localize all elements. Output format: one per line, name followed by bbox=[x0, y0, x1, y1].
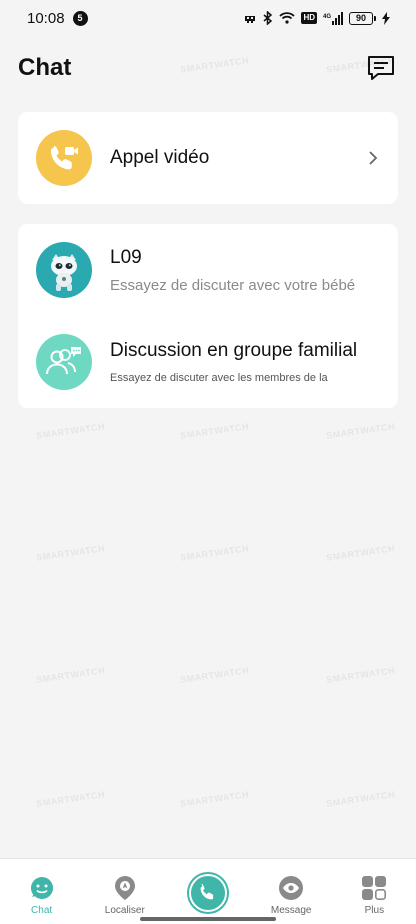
video-call-text: Appel vidéo bbox=[110, 147, 366, 169]
status-left: 10:08 5 bbox=[27, 10, 88, 27]
watermark: SMARTWATCH bbox=[35, 421, 106, 441]
device-avatar bbox=[36, 242, 92, 298]
wifi-icon bbox=[279, 12, 296, 24]
chevron-right-icon bbox=[369, 151, 378, 165]
watermark: SMARTWATCH bbox=[325, 543, 396, 563]
watermark: SMARTWATCH bbox=[35, 789, 106, 809]
home-indicator[interactable] bbox=[140, 917, 276, 921]
nav-message[interactable]: Message bbox=[256, 875, 326, 916]
nav-locate-label: Localiser bbox=[104, 905, 145, 916]
video-call-avatar bbox=[36, 130, 92, 186]
battery-indicator: 90 bbox=[349, 11, 376, 25]
nav-chat-label: Chat bbox=[31, 905, 53, 916]
svg-text:4G: 4G bbox=[323, 14, 331, 20]
chat-item-family-group[interactable]: Discussion en groupe familial Essayez de… bbox=[36, 334, 380, 390]
chat-item-device[interactable]: L09 Essayez de discuter avec votre bébé bbox=[36, 242, 380, 298]
device-chat-text: L09 Essayez de discuter avec votre bébé bbox=[110, 247, 380, 294]
bottom-navigation: Chat Localiser Message Plus bbox=[0, 858, 416, 924]
robot-cat-icon bbox=[51, 254, 77, 291]
nav-chat[interactable]: Chat bbox=[7, 875, 77, 916]
nav-message-label: Message bbox=[270, 905, 312, 916]
bluetooth-icon bbox=[263, 11, 273, 25]
watermark: SMARTWATCH bbox=[179, 789, 250, 809]
page-title: Chat bbox=[18, 54, 72, 81]
device-chat-subtitle: Essayez de discuter avec votre bébé bbox=[110, 276, 356, 294]
watermark: SMARTWATCH bbox=[35, 543, 106, 563]
watermark: SMARTWATCH bbox=[179, 665, 250, 685]
hd-voice-badge: HD bbox=[301, 12, 317, 24]
call-button-inner bbox=[190, 876, 225, 910]
phone-icon bbox=[200, 884, 214, 900]
family-group-text: Discussion en groupe familial Essayez de… bbox=[110, 340, 380, 384]
chat-face-icon bbox=[29, 875, 55, 901]
watermark: SMARTWATCH bbox=[35, 665, 106, 685]
video-call-label: Appel vidéo bbox=[110, 147, 210, 168]
video-call-card[interactable]: Appel vidéo bbox=[18, 112, 398, 204]
group-chat-icon bbox=[46, 347, 81, 375]
video-phone-icon bbox=[50, 146, 78, 170]
battery-tip bbox=[374, 15, 376, 21]
watermark: SMARTWATCH bbox=[179, 421, 250, 441]
location-pin-icon bbox=[112, 875, 138, 901]
device-chat-title: L09 bbox=[110, 246, 142, 268]
cell-signal-icon: 4G bbox=[323, 11, 343, 25]
status-bar: 10:08 5 HD 4G 90 bbox=[0, 0, 416, 36]
family-group-avatar bbox=[36, 334, 92, 390]
video-call-row[interactable]: Appel vidéo bbox=[36, 130, 380, 186]
watermark: SMARTWATCH bbox=[325, 421, 396, 441]
nav-locate[interactable]: Localiser bbox=[90, 875, 160, 916]
alien-icon bbox=[243, 12, 257, 24]
family-group-title: Discussion en groupe familial bbox=[110, 340, 358, 361]
nav-call-wrap bbox=[173, 872, 243, 916]
family-group-subtitle: Essayez de discuter avec les membres de … bbox=[110, 372, 328, 384]
chat-list-card: L09 Essayez de discuter avec votre bébé … bbox=[18, 224, 398, 408]
call-button[interactable] bbox=[186, 872, 229, 914]
watermark: SMARTWATCH bbox=[325, 789, 396, 809]
nav-more[interactable]: Plus bbox=[339, 875, 409, 916]
status-time: 10:08 bbox=[27, 9, 65, 27]
grid-icon bbox=[361, 875, 387, 901]
battery-level: 90 bbox=[349, 11, 373, 25]
nav-more-label: Plus bbox=[364, 905, 385, 916]
eye-icon bbox=[278, 875, 304, 901]
watermark: SMARTWATCH bbox=[325, 665, 396, 685]
notification-count-badge: 5 bbox=[72, 10, 88, 26]
charging-bolt-icon bbox=[382, 11, 390, 25]
status-right: HD 4G 90 bbox=[243, 11, 390, 25]
watermark: SMARTWATCH bbox=[179, 543, 250, 563]
